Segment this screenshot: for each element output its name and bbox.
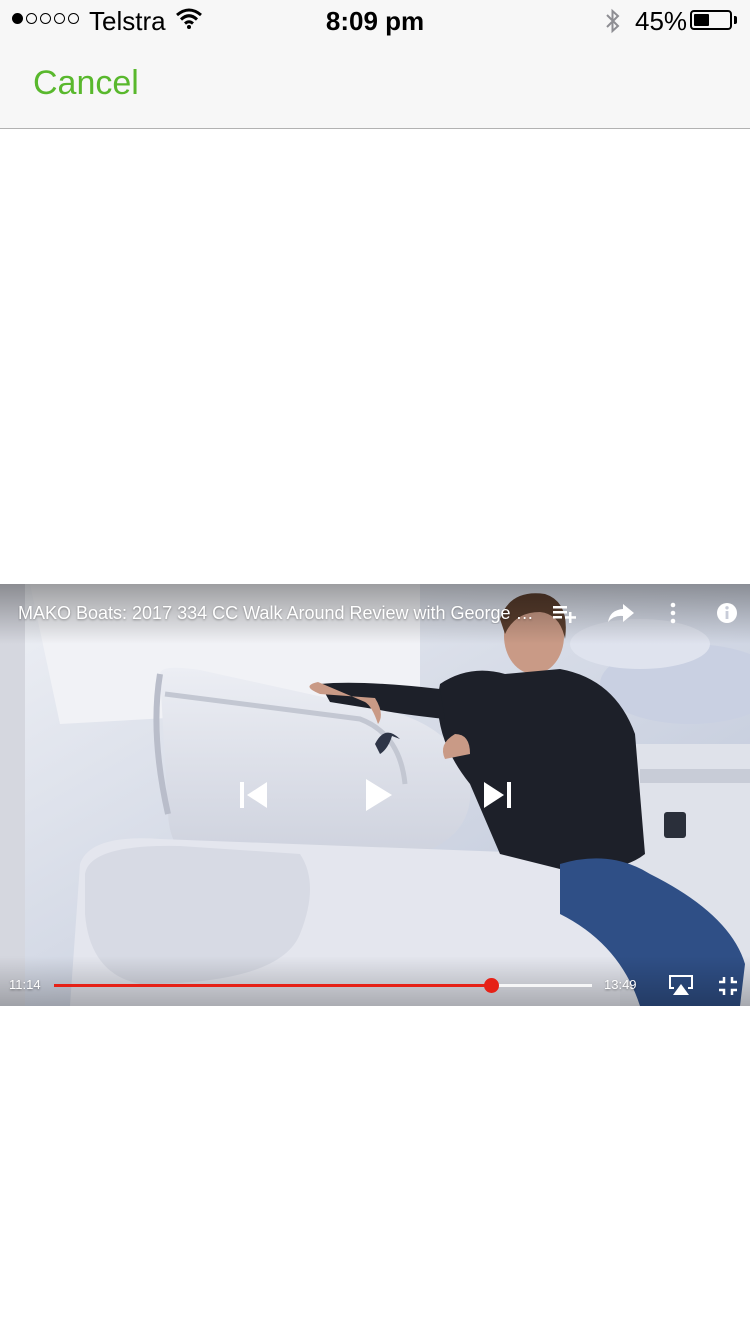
battery-level <box>694 14 710 26</box>
exit-fullscreen-icon[interactable] <box>718 976 738 1001</box>
skip-next-icon[interactable] <box>481 780 513 815</box>
playlist-add-icon[interactable] <box>552 602 578 629</box>
current-time: 11:14 <box>9 977 41 992</box>
play-icon[interactable] <box>364 777 394 818</box>
airplay-icon[interactable] <box>668 974 694 1001</box>
more-vertical-icon[interactable] <box>668 602 678 629</box>
skip-previous-icon[interactable] <box>238 780 270 815</box>
status-bar: Telstra 8:09 pm 45% <box>0 0 750 40</box>
battery-icon <box>690 10 732 30</box>
battery-percentage: 45% <box>635 6 688 36</box>
cancel-button[interactable]: Cancel <box>33 64 139 103</box>
video-player[interactable]: MAKO Boats: 2017 334 CC Walk Around Revi… <box>0 584 750 1006</box>
bluetooth-icon <box>603 7 623 40</box>
share-icon[interactable] <box>607 602 635 629</box>
info-icon[interactable] <box>716 602 738 629</box>
video-title: MAKO Boats: 2017 334 CC Walk Around Revi… <box>18 603 538 623</box>
player-bottom-bar <box>0 956 750 1006</box>
progress-played <box>54 984 492 987</box>
progress-bar[interactable] <box>54 978 592 993</box>
battery-tip <box>734 16 737 24</box>
duration: 13:49 <box>604 977 637 992</box>
navigation-bar: Cancel <box>0 40 750 129</box>
